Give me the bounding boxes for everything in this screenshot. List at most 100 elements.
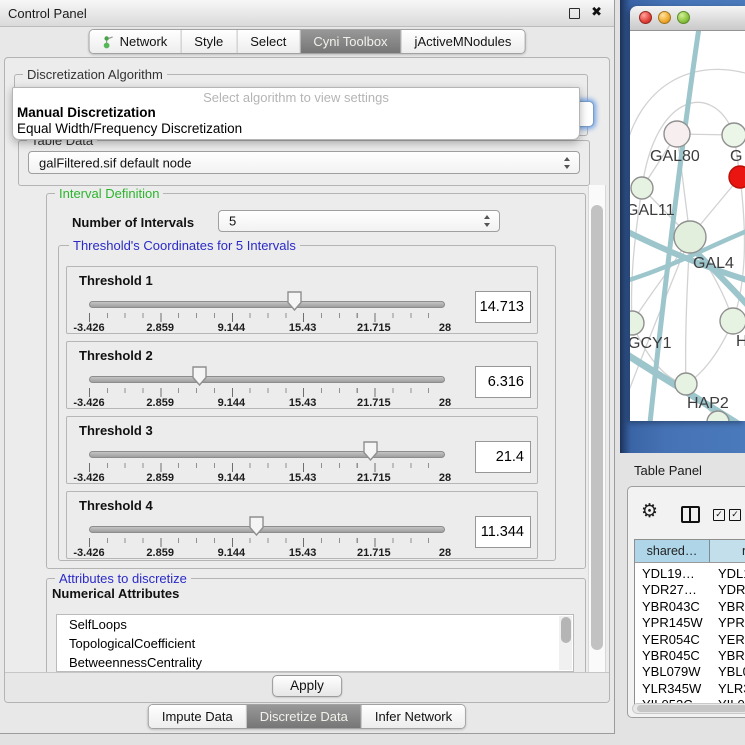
tick-label: 2.859 (146, 472, 174, 484)
column-header-name[interactable]: n (710, 540, 745, 562)
cell: YBR0 (709, 648, 745, 664)
threshold-4-slider-track[interactable] (89, 526, 445, 533)
threshold-4-value-field[interactable]: 11.344 (475, 516, 531, 548)
checkbox-icon-2[interactable]: ✓ (729, 509, 741, 521)
table-row[interactable]: YLR345WYLR3 (635, 681, 745, 697)
tick-label: 15.43 (289, 322, 317, 334)
panel-vertical-scrollbar[interactable] (588, 185, 606, 675)
tick-label: 15.43 (289, 547, 317, 559)
apply-button[interactable]: Apply (272, 675, 342, 697)
table-row[interactable]: YBR043CYBR0 (635, 599, 745, 615)
list-item-betweennesscentrality[interactable]: BetweennessCentrality (57, 653, 573, 672)
slider-tick-labels: -3.426 2.859 9.144 15.43 21.715 28 (89, 547, 445, 559)
threshold-3-label: Threshold 3 (79, 423, 153, 438)
tick-label: 21.715 (357, 472, 391, 484)
scrollbar-thumb[interactable] (561, 617, 571, 643)
close-icon[interactable]: ✖ (591, 5, 602, 20)
node-gal80[interactable] (664, 121, 690, 147)
tick-label: -3.426 (73, 322, 104, 334)
algorithm-dropdown-popup: Select algorithm to view settings Manual… (12, 87, 580, 140)
tab-jactivemnodules[interactable]: jActiveMNodules (401, 30, 525, 53)
table-horizontal-scrollbar[interactable] (632, 703, 745, 714)
node-gcy1[interactable] (630, 311, 644, 335)
cell: YDL19… (635, 566, 709, 582)
threshold-3-value-field[interactable]: 21.4 (475, 441, 531, 473)
table-data-combobox[interactable]: galFiltered.sif default node (28, 151, 580, 174)
tick-label: -3.426 (73, 397, 104, 409)
cyni-toolbox-panel: Discretization Algorithm Select algorith… (4, 57, 610, 703)
list-item-selfloops[interactable]: SelfLoops (57, 615, 573, 634)
tab-label: Infer Network (375, 709, 452, 724)
network-window-titlebar (630, 6, 745, 31)
table-row[interactable]: YPR145WYPR1 (635, 615, 745, 631)
tab-select[interactable]: Select (236, 30, 299, 53)
zoom-traffic-light[interactable] (677, 11, 690, 24)
threshold-1-slider-track[interactable] (89, 301, 445, 308)
cell: YER0 (709, 632, 745, 648)
threshold-4-box: Threshold 4 -3.426 2.859 9.144 15.43 21.… (66, 491, 538, 559)
node-hap2[interactable] (675, 373, 697, 395)
tab-style[interactable]: Style (180, 30, 236, 53)
dropdown-option-manual-discretization[interactable]: Manual Discretization (17, 105, 156, 120)
cell: YBR0 (709, 599, 745, 615)
node-label-partial-h: H (736, 333, 745, 350)
cell: YDR27… (635, 582, 709, 598)
network-canvas[interactable]: GAL80 G GAL11 GAL4 GCY1 H HAP2 (630, 31, 745, 421)
cell: YBR045C (635, 648, 709, 664)
tick-label: 2.859 (146, 547, 174, 559)
tab-network[interactable]: Network (90, 30, 181, 53)
threshold-2-slider-track[interactable] (89, 376, 445, 383)
settings-gear-icon[interactable]: ⚙ (641, 502, 658, 521)
node-partial-mid-right[interactable] (720, 308, 745, 334)
list-scrollbar[interactable] (559, 616, 572, 670)
threshold-3-slider-track[interactable] (89, 451, 445, 458)
tab-label: Select (250, 34, 286, 49)
threshold-2-value-field[interactable]: 6.316 (475, 366, 531, 398)
tab-label: Network (120, 34, 168, 49)
column-layout-icon[interactable] (681, 506, 700, 523)
node-gal11[interactable] (631, 177, 653, 199)
bottom-tab-bar: Impute Data Discretize Data Infer Networ… (148, 704, 466, 729)
cell: YBL0 (709, 664, 745, 680)
tab-impute-data[interactable]: Impute Data (149, 705, 246, 728)
node-gal4[interactable] (674, 221, 706, 253)
tab-cyni-toolbox[interactable]: Cyni Toolbox (299, 30, 400, 53)
scrollbar-thumb[interactable] (591, 205, 603, 650)
threshold-1-value-field[interactable]: 14.713 (475, 291, 531, 323)
network-icon (103, 35, 115, 49)
minimize-traffic-light[interactable] (658, 11, 671, 24)
table-row[interactable]: YDR27…YDR2 (635, 582, 745, 598)
node-label-partial-g: G (730, 148, 742, 165)
control-panel-titlebar: Control Panel ✖ (0, 0, 614, 27)
float-window-icon[interactable] (569, 8, 580, 19)
threshold-2-box: Threshold 2 -3.426 2.859 9.144 15.43 21.… (66, 341, 538, 409)
column-header-shared[interactable]: shared… (635, 540, 710, 562)
tab-discretize-data[interactable]: Discretize Data (246, 705, 361, 728)
close-traffic-light[interactable] (639, 11, 652, 24)
number-of-intervals-combobox[interactable]: 5 (218, 210, 500, 232)
scrollbar-thumb[interactable] (637, 705, 745, 712)
table-row[interactable]: YER054CYER0 (635, 632, 745, 648)
checkbox-icon-1[interactable]: ✓ (713, 509, 725, 521)
tick-label: 9.144 (218, 322, 246, 334)
table-row[interactable]: YBL079WYBL0 (635, 664, 745, 680)
tick-label: 28 (439, 397, 451, 409)
top-tab-bar: Network Style Select Cyni Toolbox jActiv… (89, 29, 526, 54)
number-of-intervals-label: Number of Intervals (72, 215, 194, 230)
interval-definition-group-title: Interval Definition (55, 186, 163, 201)
tick-label: 2.859 (146, 322, 174, 334)
node-red-selected[interactable] (729, 166, 745, 188)
node-partial-top-right[interactable] (722, 123, 745, 147)
table-row[interactable]: YBR045CYBR0 (635, 648, 745, 664)
table-row[interactable]: YDL19…YDL1 (635, 566, 745, 582)
slider-tick-labels: -3.426 2.859 9.144 15.43 21.715 28 (89, 322, 445, 334)
table-data-combobox-value: galFiltered.sif default node (39, 155, 191, 170)
dropdown-option-equal-width-frequency[interactable]: Equal Width/Frequency Discretization (17, 121, 242, 136)
list-item-topologicalcoefficient[interactable]: TopologicalCoefficient (57, 634, 573, 653)
tick-label: 28 (439, 472, 451, 484)
tick-label: 15.43 (289, 397, 317, 409)
threshold-4-label: Threshold 4 (79, 498, 153, 513)
tab-infer-network[interactable]: Infer Network (361, 705, 465, 728)
node-label-gal11: GAL11 (630, 202, 675, 219)
control-panel-title: Control Panel (8, 6, 87, 21)
